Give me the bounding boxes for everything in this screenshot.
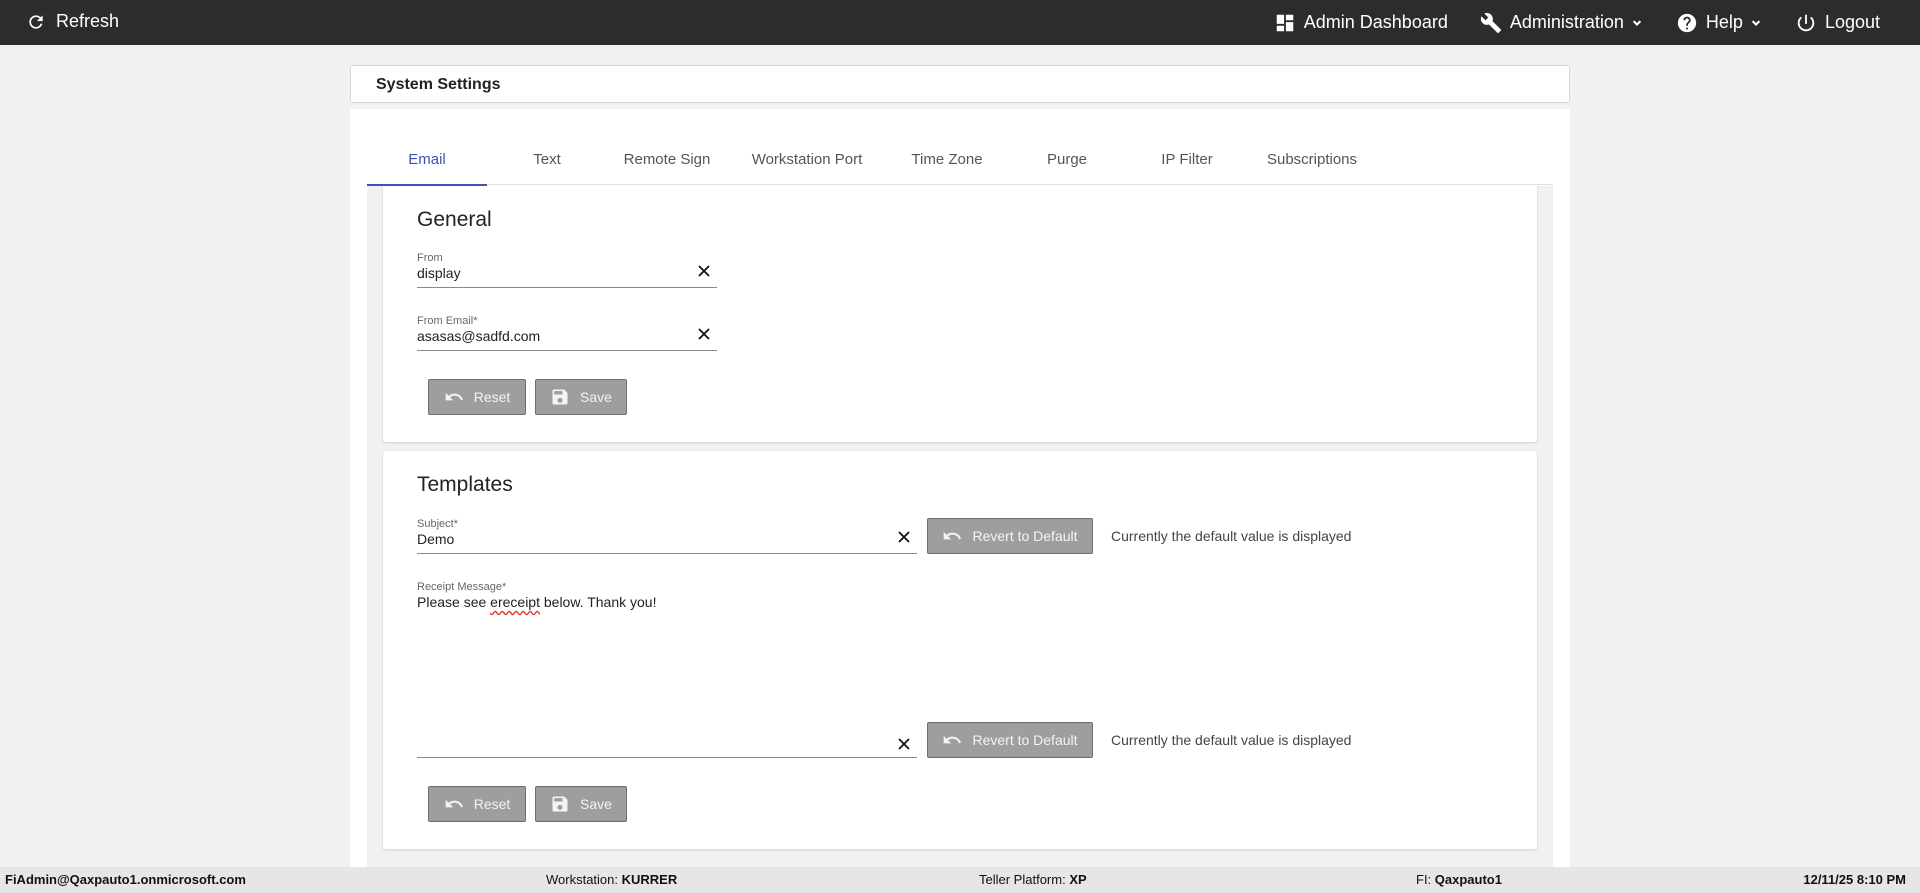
clear-subject-button[interactable] bbox=[897, 530, 911, 544]
refresh-label: Refresh bbox=[56, 11, 120, 31]
tab-text[interactable]: Text bbox=[487, 135, 607, 185]
receipt-default-hint: Currently the default value is displayed bbox=[1111, 732, 1352, 748]
dashboard-icon bbox=[1276, 14, 1294, 31]
receipt-text-after: below. Thank you! bbox=[539, 594, 657, 610]
tab-workstation-port[interactable]: Workstation Port bbox=[727, 135, 887, 185]
power-icon bbox=[1797, 14, 1815, 31]
tab-email[interactable]: Email bbox=[367, 135, 487, 186]
floppy-save-icon bbox=[552, 796, 568, 812]
from-label: From bbox=[417, 252, 443, 264]
chevron-down-icon bbox=[1751, 19, 1761, 26]
from-field[interactable]: From display bbox=[417, 252, 717, 288]
subject-field[interactable]: Subject* Demo bbox=[417, 518, 917, 554]
administration-menu[interactable]: Administration bbox=[1480, 12, 1644, 34]
footer-teller-platform: Teller Platform: XP bbox=[979, 872, 1087, 887]
close-icon bbox=[898, 531, 910, 543]
floppy-save-icon bbox=[552, 389, 568, 405]
receipt-revert-button[interactable]: Revert to Default bbox=[927, 722, 1093, 758]
footer-workstation-label: Workstation: bbox=[546, 872, 622, 887]
tab-ip-filter[interactable]: IP Filter bbox=[1127, 135, 1247, 185]
tab-time-zone[interactable]: Time Zone bbox=[887, 135, 1007, 185]
footer-workstation: Workstation: KURRER bbox=[546, 872, 677, 887]
general-save-button[interactable]: Save bbox=[535, 379, 627, 415]
close-icon bbox=[698, 328, 710, 340]
from-email-label: From Email* bbox=[417, 315, 478, 327]
subject-label: Subject* bbox=[417, 518, 458, 530]
general-reset-button[interactable]: Reset bbox=[428, 379, 526, 415]
status-bar: FiAdmin@Qaxpauto1.onmicrosoft.com Workst… bbox=[0, 867, 1920, 893]
clear-from-email-button[interactable] bbox=[697, 327, 711, 341]
tab-subscriptions[interactable]: Subscriptions bbox=[1247, 135, 1377, 185]
subject-revert-button[interactable]: Revert to Default bbox=[927, 518, 1093, 554]
templates-card: Templates Subject* Demo Revert to Defaul… bbox=[383, 451, 1537, 849]
templates-save-label: Save bbox=[580, 796, 612, 812]
undo-icon bbox=[445, 799, 463, 808]
refresh-button[interactable]: Refresh bbox=[26, 11, 119, 32]
footer-teller-value: XP bbox=[1069, 872, 1087, 887]
admin-dashboard-link[interactable]: Admin Dashboard bbox=[1274, 12, 1448, 34]
wrench-icon bbox=[1480, 12, 1501, 33]
clear-receipt-message-button[interactable] bbox=[897, 737, 911, 751]
from-value: display bbox=[417, 265, 461, 281]
close-icon bbox=[898, 738, 910, 750]
subject-value: Demo bbox=[417, 531, 455, 547]
logout-label: Logout bbox=[1824, 12, 1880, 32]
general-reset-label: Reset bbox=[473, 389, 511, 405]
clear-from-button[interactable] bbox=[697, 264, 711, 278]
nav-right-group: Admin Dashboard Administration Help Logo… bbox=[1242, 0, 1880, 45]
help-label: Help bbox=[1705, 12, 1743, 32]
subject-default-hint: Currently the default value is displayed bbox=[1111, 528, 1352, 544]
from-email-field[interactable]: From Email* asasas@sadfd.com bbox=[417, 315, 717, 351]
chevron-down-icon bbox=[1632, 19, 1642, 26]
templates-heading: Templates bbox=[417, 473, 513, 496]
tab-remote-sign[interactable]: Remote Sign bbox=[607, 135, 727, 185]
footer-workstation-value: KURRER bbox=[621, 872, 678, 887]
footer-datetime-value: 12/11/25 8:10 PM bbox=[1803, 872, 1906, 887]
footer-user-value: FiAdmin@Qaxpauto1.onmicrosoft.com bbox=[5, 872, 246, 887]
from-email-value: asasas@sadfd.com bbox=[417, 328, 541, 344]
refresh-icon bbox=[29, 14, 43, 29]
undo-icon bbox=[445, 392, 463, 401]
receipt-message-value: Please see ereceipt below. Thank you! bbox=[417, 594, 656, 610]
receipt-revert-label: Revert to Default bbox=[972, 732, 1078, 748]
misspelled-word: ereceipt bbox=[490, 594, 540, 610]
templates-reset-label: Reset bbox=[473, 796, 511, 812]
general-save-label: Save bbox=[580, 389, 612, 405]
general-card: General From display From Email* asasas@… bbox=[383, 186, 1537, 442]
receipt-text-before: Please see bbox=[417, 594, 491, 610]
admin-dashboard-label: Admin Dashboard bbox=[1303, 12, 1448, 32]
tab-purge[interactable]: Purge bbox=[1007, 135, 1127, 185]
templates-reset-button[interactable]: Reset bbox=[428, 786, 526, 822]
general-heading: General bbox=[417, 208, 492, 231]
settings-tabs: Email Text Remote Sign Workstation Port … bbox=[367, 135, 1553, 186]
footer-fi: FI: Qaxpauto1 bbox=[1416, 872, 1502, 887]
page-title: System Settings bbox=[376, 76, 501, 93]
receipt-message-field[interactable]: Receipt Message* Please see ereceipt bel… bbox=[417, 581, 917, 758]
logout-button[interactable]: Logout bbox=[1795, 12, 1880, 34]
footer-fi-value: Qaxpauto1 bbox=[1434, 872, 1502, 887]
page-header: System Settings bbox=[350, 65, 1570, 103]
receipt-message-label: Receipt Message* bbox=[417, 581, 507, 593]
help-menu[interactable]: Help bbox=[1676, 12, 1763, 34]
help-icon bbox=[1677, 13, 1697, 32]
undo-icon bbox=[944, 531, 962, 540]
top-nav-bar: Refresh Admin Dashboard Administration H… bbox=[0, 0, 1920, 45]
footer-fi-label: FI: bbox=[1416, 872, 1435, 887]
administration-label: Administration bbox=[1509, 12, 1624, 32]
subject-revert-label: Revert to Default bbox=[972, 528, 1078, 544]
close-icon bbox=[698, 265, 710, 277]
undo-icon bbox=[944, 735, 962, 744]
footer-user: FiAdmin@Qaxpauto1.onmicrosoft.com bbox=[5, 872, 246, 887]
templates-save-button[interactable]: Save bbox=[535, 786, 627, 822]
footer-datetime: 12/11/25 8:10 PM bbox=[1803, 872, 1906, 887]
footer-teller-label: Teller Platform: bbox=[979, 872, 1070, 887]
